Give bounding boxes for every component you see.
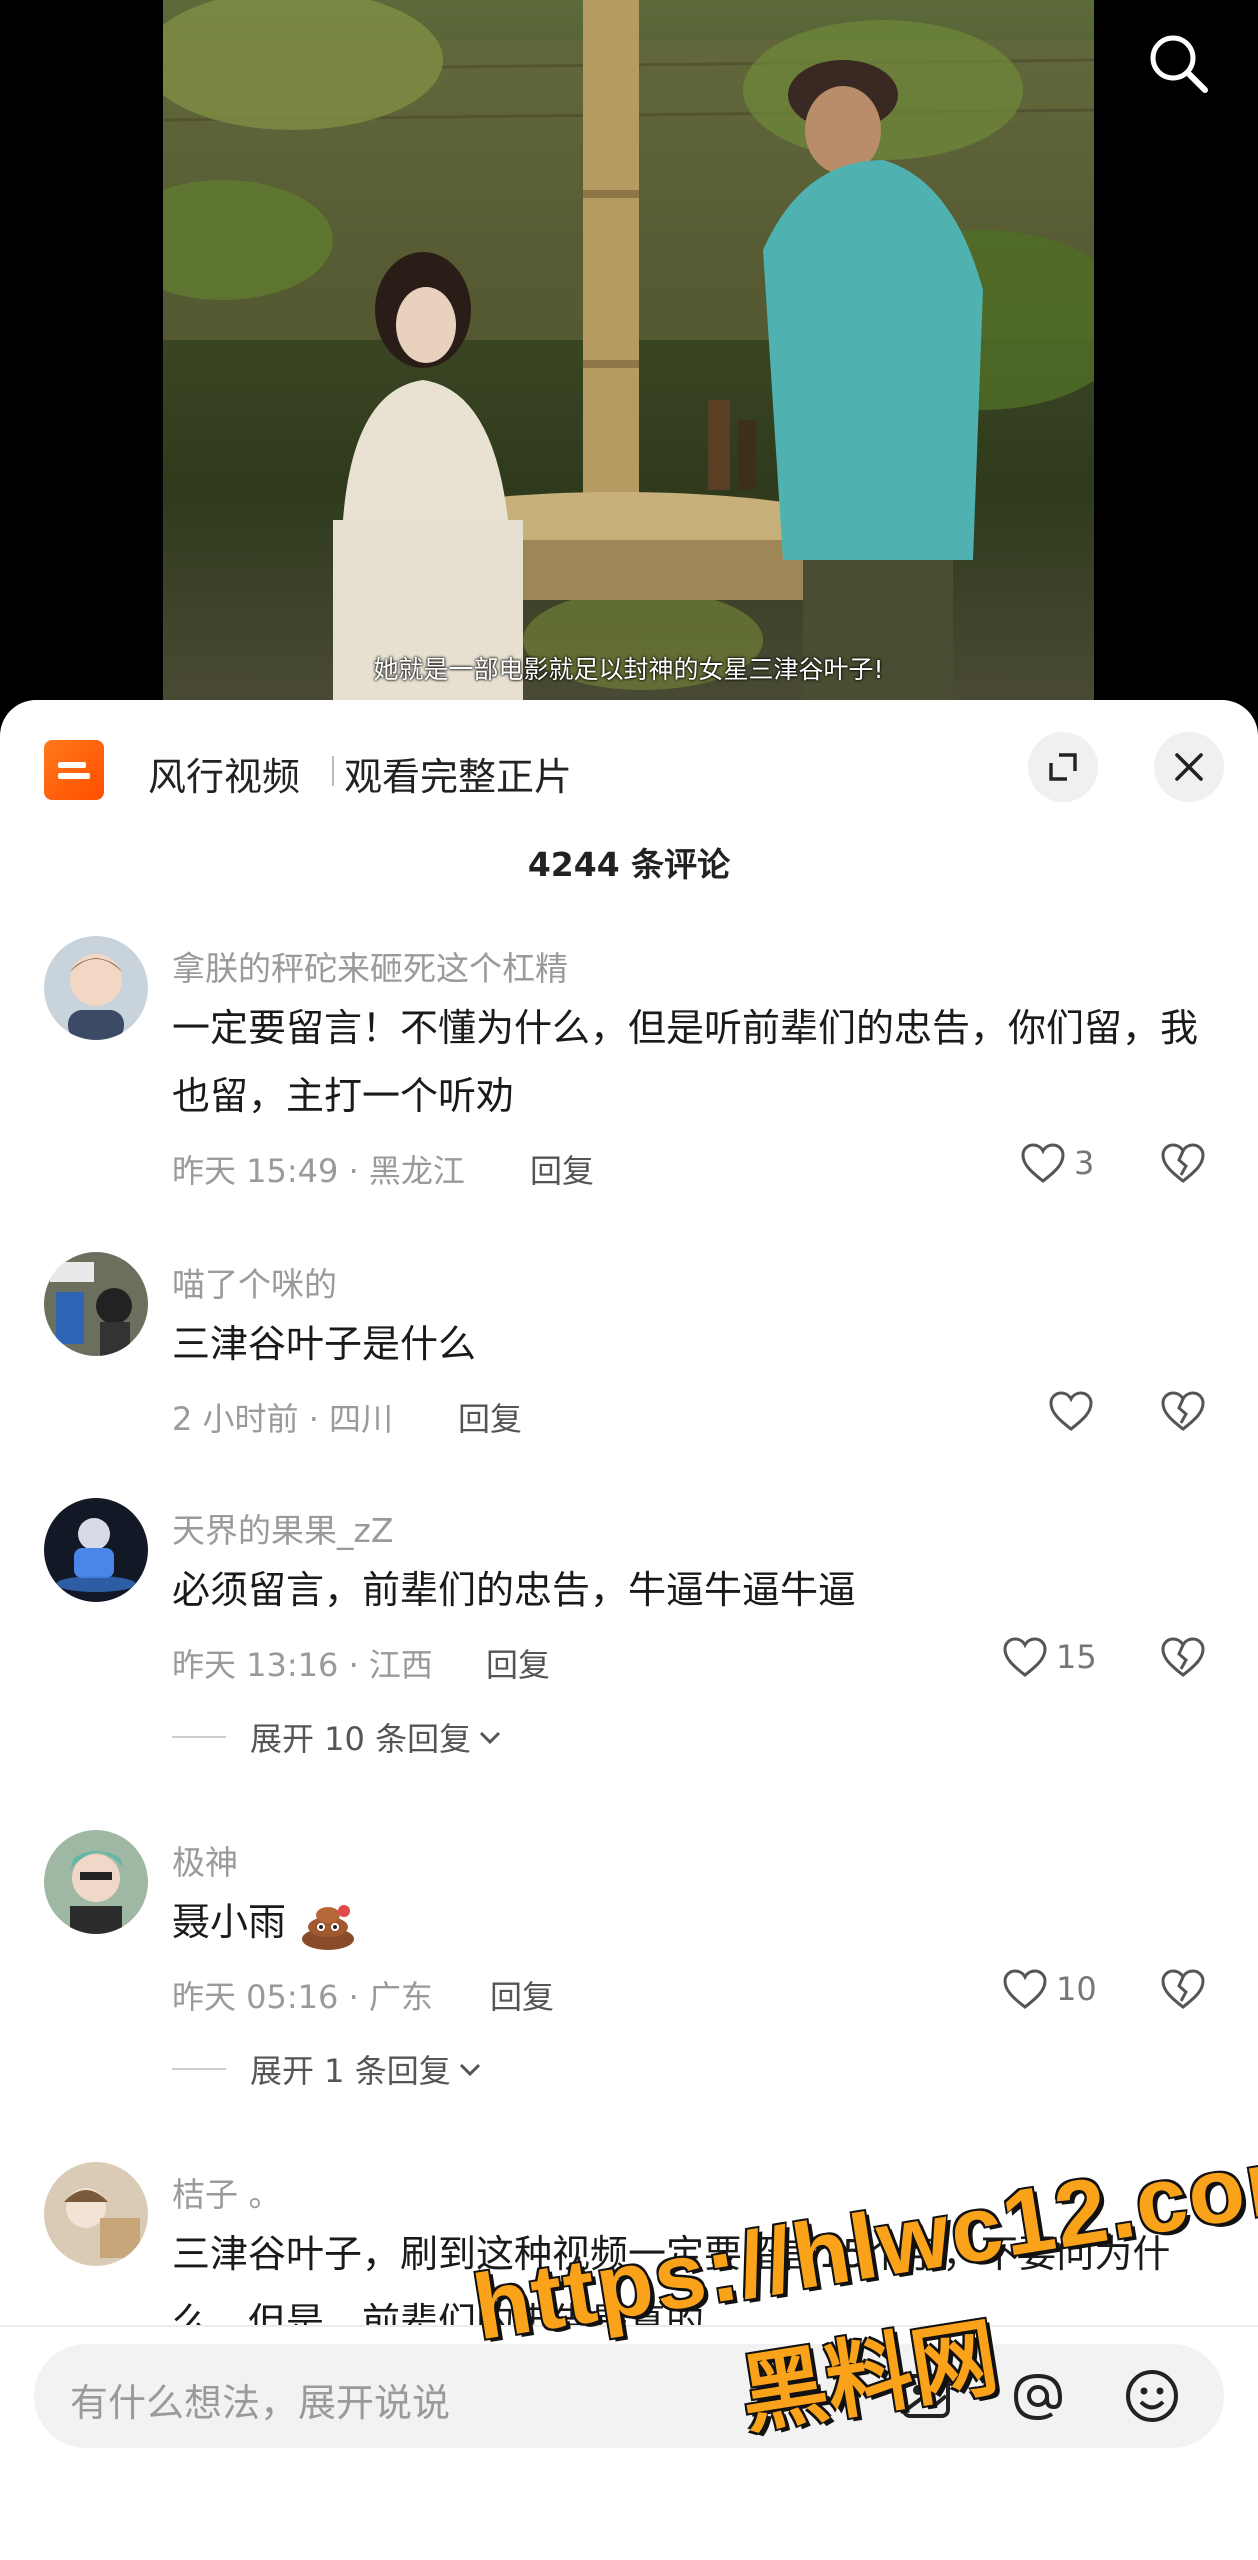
video-scene <box>163 0 1094 700</box>
broken-heart-icon <box>1161 1969 1205 2009</box>
expand-dash <box>172 1736 226 1738</box>
dislike-button[interactable] <box>1160 1968 1206 2014</box>
reply-button[interactable]: 回复 <box>490 1972 554 2018</box>
comment-username[interactable]: 极神 <box>172 1836 238 1884</box>
comment-text: 一定要留言！不懂为什么，但是听前辈们的忠告，你们留，我也留，主打一个听劝 <box>172 1006 1199 1118</box>
video-frame[interactable]: 她就是一部电影就足以封神的女星三津谷叶子! <box>163 0 1094 700</box>
like-button[interactable] <box>1048 1390 1094 1432</box>
watch-full-link[interactable]: 观看完整正片 <box>344 746 572 801</box>
expand-button[interactable] <box>1028 732 1098 802</box>
like-count: 15 <box>1056 1638 1097 1676</box>
expand-replies-label: 展开 1 条回复 <box>250 2052 451 2090</box>
video-subtitle: 她就是一部电影就足以封神的女星三津谷叶子! <box>373 655 884 684</box>
like-count: 3 <box>1074 1144 1095 1182</box>
comment-text-content: 聂小雨 <box>172 1900 287 1944</box>
avatar-image <box>44 2162 148 2266</box>
comment-text: 必须留言，前辈们的忠告，牛逼牛逼牛逼 <box>172 1568 857 1612</box>
expand-replies-button[interactable]: 展开 10 条回复 <box>172 1714 503 1760</box>
comment-username[interactable]: 桔子 。 <box>172 2168 282 2216</box>
heart-icon <box>1003 1969 1047 2009</box>
like-button[interactable]: 3 <box>1020 1142 1094 1184</box>
avatar[interactable] <box>44 1498 148 1602</box>
search-icon <box>1150 35 1208 93</box>
avatar[interactable] <box>44 2162 148 2266</box>
reply-button[interactable]: 回复 <box>458 1394 522 1440</box>
expand-replies-label: 展开 10 条回复 <box>250 1720 472 1758</box>
comment-item: 极神 聂小雨 昨天 05:16 · 广东 回复 10 展开 1 条回复 <box>0 1830 1258 2150</box>
close-icon <box>1175 753 1203 781</box>
avatar-image <box>44 1498 148 1602</box>
close-button[interactable] <box>1154 732 1224 802</box>
app-name-link[interactable]: 风行视频 <box>148 746 300 801</box>
expand-replies-button[interactable]: 展开 1 条回复 <box>172 2046 483 2092</box>
avatar[interactable] <box>44 936 148 1040</box>
comment-item: 天界的果果_zZ 必须留言，前辈们的忠告，牛逼牛逼牛逼 昨天 13:16 · 江… <box>0 1498 1258 1818</box>
like-button[interactable]: 15 <box>1002 1636 1097 1678</box>
reply-button[interactable]: 回复 <box>486 1640 550 1686</box>
comment-input-placeholder: 有什么想法，展开说说 <box>70 2381 451 2425</box>
heart-icon <box>1003 1637 1047 1677</box>
video-player[interactable]: 她就是一部电影就足以封神的女星三津谷叶子! <box>0 0 1258 700</box>
comment-meta: 2 小时前 · 四川 <box>172 1400 394 1438</box>
broken-heart-icon <box>1161 1143 1205 1183</box>
dislike-button[interactable] <box>1160 1142 1206 1188</box>
comment-item: 拿朕的秤砣来砸死这个杠精 一定要留言！不懂为什么，但是听前辈们的忠告，你们留，我… <box>0 936 1258 1236</box>
like-button[interactable]: 10 <box>1002 1968 1097 2010</box>
avatar[interactable] <box>44 1830 148 1934</box>
comment-text: 聂小雨 <box>172 1888 1202 1956</box>
sheet-header: 风行视频 观看完整正片 <box>0 700 1258 840</box>
comment-meta: 昨天 05:16 · 广东 <box>172 1978 433 2016</box>
comment-username[interactable]: 喵了个咪的 <box>172 1258 337 1306</box>
heart-icon <box>1049 1391 1093 1431</box>
broken-heart-icon <box>1161 1391 1205 1431</box>
comment-meta: 昨天 13:16 · 江西 <box>172 1646 433 1684</box>
avatar-image <box>44 936 148 1040</box>
broken-heart-icon <box>1161 1637 1205 1677</box>
comment-meta: 昨天 15:49 · 黑龙江 <box>172 1152 465 1190</box>
comment-count: 4244 条评论 <box>527 845 731 884</box>
reply-button[interactable]: 回复 <box>530 1146 594 1192</box>
expand-icon <box>1049 753 1077 781</box>
header-divider <box>332 756 334 786</box>
chevron-down-icon <box>459 2063 480 2077</box>
avatar-image <box>44 1830 148 1934</box>
avatar[interactable] <box>44 1252 148 1356</box>
app-logo[interactable] <box>44 740 104 800</box>
comment-item: 喵了个咪的 三津谷叶子是什么 2 小时前 · 四川 回复 <box>0 1252 1258 1472</box>
heart-icon <box>1021 1143 1065 1183</box>
chevron-down-icon <box>480 1731 501 1745</box>
comment-text: 三津谷叶子是什么 <box>172 1322 477 1366</box>
expand-dash <box>172 2068 226 2070</box>
dislike-button[interactable] <box>1160 1636 1206 1682</box>
like-count: 10 <box>1056 1970 1097 2008</box>
dislike-button[interactable] <box>1160 1390 1206 1436</box>
search-button[interactable] <box>1145 30 1211 96</box>
poop-emoji-icon <box>302 1904 355 1950</box>
avatar-image <box>44 1252 148 1356</box>
comment-username[interactable]: 天界的果果_zZ <box>172 1504 393 1552</box>
comment-username[interactable]: 拿朕的秤砣来砸死这个杠精 <box>172 942 568 990</box>
